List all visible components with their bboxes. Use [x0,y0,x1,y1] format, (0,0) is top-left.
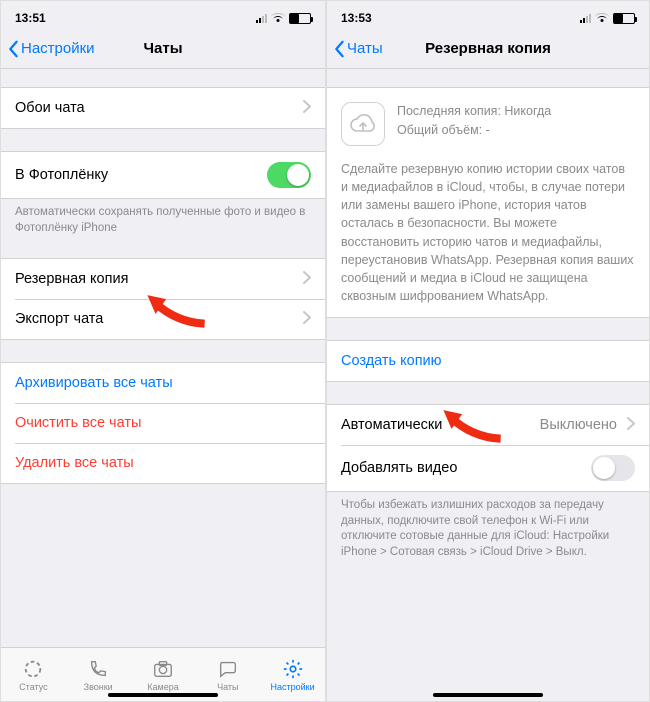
cell-camera-roll[interactable]: В Фотоплёнку [1,152,325,198]
cell-label: Автоматически [341,417,442,433]
chevron-left-icon [333,40,345,58]
chats-icon [217,658,239,680]
cell-export[interactable]: Экспорт чата [1,299,325,339]
cell-label: В Фотоплёнку [15,167,108,183]
tab-settings[interactable]: Настройки [260,648,325,701]
chevron-right-icon [303,271,311,288]
battery-icon [289,13,311,24]
group-options: Автоматически Выключено Добавлять видео [327,404,649,492]
cell-label: Экспорт чата [15,311,103,327]
group-camera-roll: В Фотоплёнку [1,151,325,199]
camera-icon [152,658,174,680]
total-size-line: Общий объём: - [397,121,551,140]
tab-label: Чаты [217,682,238,692]
info-header: Последняя копия: Никогда Общий объём: - [327,88,649,160]
back-label: Настройки [21,40,95,57]
status-right [256,13,311,24]
phone-icon [87,658,109,680]
content-scroll[interactable]: Обои чата В Фотоплёнку Автоматически сох… [1,69,325,647]
note-data-usage: Чтобы избежать излишних расходов за пере… [327,492,649,560]
tab-status[interactable]: Статус [1,648,66,701]
info-lines: Последняя копия: Никогда Общий объём: - [397,102,551,146]
tab-label: Настройки [271,682,315,692]
back-button[interactable]: Настройки [1,40,95,58]
cell-label: Очистить все чаты [15,415,141,431]
cell-label: Резервная копия [15,271,128,287]
group-info: Последняя копия: Никогда Общий объём: - … [327,87,649,318]
cell-archive-all[interactable]: Архивировать все чаты [1,363,325,403]
screenshot-left: 13:51 Настройки Чаты Обои чата В Фотоплё… [1,1,325,701]
cell-label: Добавлять видео [341,460,457,476]
home-indicator[interactable] [108,693,218,697]
group-bulk-actions: Архивировать все чаты Очистить все чаты … [1,362,325,484]
chevron-right-icon [627,417,635,430]
cell-wallpaper[interactable]: Обои чата [1,88,325,128]
gear-icon [282,658,304,680]
chevron-right-icon [303,100,311,117]
status-bar: 13:53 [327,1,649,29]
status-right [580,13,635,24]
nav-bar: Чаты Резервная копия [327,29,649,69]
status-time: 13:51 [15,11,46,25]
back-button[interactable]: Чаты [327,40,383,58]
cell-label: Удалить все чаты [15,455,134,471]
cell-include-video[interactable]: Добавлять видео [327,445,649,491]
status-time: 13:53 [341,11,372,25]
toggle-include-video[interactable] [591,455,635,481]
status-icon [22,658,44,680]
signal-icon [256,14,267,23]
home-indicator[interactable] [433,693,543,697]
wifi-icon [271,13,285,23]
tab-label: Камера [147,682,178,692]
cell-clear-all[interactable]: Очистить все чаты [1,403,325,443]
info-description: Сделайте резервную копию истории своих ч… [327,160,649,309]
cell-label: Создать копию [341,353,442,369]
group-create: Создать копию [327,340,649,382]
last-backup-line: Последняя копия: Никогда [397,102,551,121]
chevron-right-icon [303,311,311,328]
tab-label: Статус [19,682,47,692]
chevron-left-icon [7,40,19,58]
cell-auto-backup[interactable]: Автоматически Выключено [327,405,649,445]
screenshot-right: 13:53 Чаты Резервная копия Последняя коп… [325,1,649,701]
toggle-camera-roll[interactable] [267,162,311,188]
status-bar: 13:51 [1,1,325,29]
signal-icon [580,14,591,23]
auto-backup-value: Выключено [540,417,617,433]
group-backup: Резервная копия Экспорт чата [1,258,325,340]
cell-right: Выключено [540,417,635,433]
group-wallpaper: Обои чата [1,87,325,129]
cell-backup[interactable]: Резервная копия [1,259,325,299]
nav-bar: Настройки Чаты [1,29,325,69]
cell-create-backup[interactable]: Создать копию [327,341,649,381]
cell-label: Архивировать все чаты [15,375,173,391]
cloud-upload-icon [341,102,385,146]
battery-icon [613,13,635,24]
cell-label: Обои чата [15,100,85,116]
note-camera-roll: Автоматически сохранять полученные фото … [1,199,325,236]
content-scroll[interactable]: Последняя копия: Никогда Общий объём: - … [327,69,649,701]
tab-label: Звонки [84,682,113,692]
cell-delete-all[interactable]: Удалить все чаты [1,443,325,483]
back-label: Чаты [347,40,383,57]
wifi-icon [595,13,609,23]
